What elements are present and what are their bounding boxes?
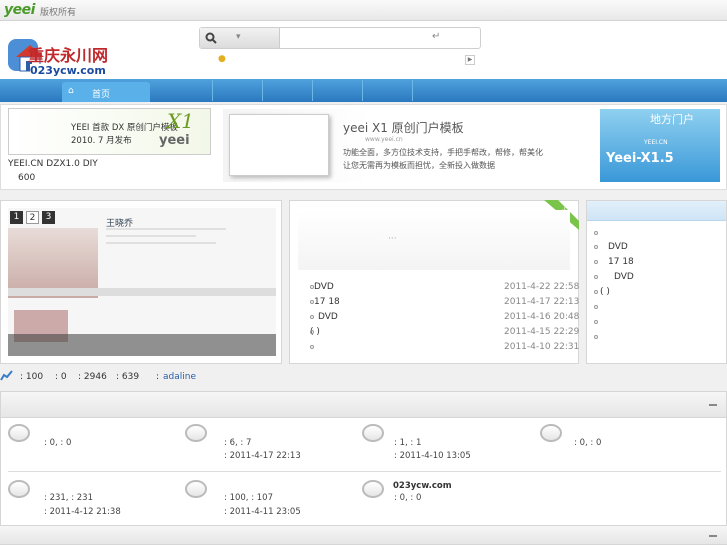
side-list: DVD 17 18 DVD ( ) [594,228,724,358]
list-item[interactable]: 17 18 [594,257,634,267]
newest-member-link[interactable]: adaline [163,372,196,382]
info-line: YEEI.CN DZX1.0 DIY [8,159,98,169]
banner-template[interactable]: yeei X1 原创门户模板 www.yeei.cn 功能全面，多方位技术支持，… [223,109,590,182]
tab-strip [8,288,276,296]
forum-counts: : 6, : 7 [224,438,252,448]
forum-counts: : 1, : 1 [394,438,422,448]
forum-block-title [1,392,726,418]
slide-page-3[interactable]: 3 [42,211,55,224]
forum-icon[interactable] [185,480,207,498]
brand-logo[interactable]: yeei [4,2,35,18]
chart-icon [0,370,13,381]
forum-name-link[interactable]: 023ycw.com [393,481,452,491]
forum-last-post: : 2011-4-17 22:13 [224,451,301,461]
forum-last-post: : 2011-4-10 13:05 [394,451,471,461]
forum-counts: : 0, : 0 [44,438,72,448]
site-url: 023ycw.com [30,64,106,77]
list-item[interactable]: DVD [594,242,628,252]
search-type-dropdown[interactable]: ▾ [200,28,280,48]
forum-counts: : 100, : 107 [224,493,273,503]
forum-icon[interactable] [362,480,384,498]
forum-last-post: : 2011-4-11 23:05 [224,507,301,517]
list-item[interactable]: DVD [310,312,338,322]
slide-image[interactable]: 王晓乔 [8,208,276,356]
chevron-down-icon: ▾ [236,32,241,42]
banner-yeei-x1[interactable]: YEEI 首款 DX 原创门户模板 2010. 7 月发布 X1 yeei [8,108,211,155]
lightbulb-icon: ● [218,54,226,64]
forum-icon[interactable] [8,424,30,442]
nav-divider [212,80,213,101]
list-item[interactable] [594,228,608,238]
list-item[interactable]: 17 18 [310,297,340,307]
item-date: 2011-4-10 22:31 [504,342,580,352]
forum-icon[interactable] [8,480,30,498]
item-date: 2011-4-17 22:13 [504,297,580,307]
news-headline-area: ··· [298,210,570,270]
slide-page-1[interactable]: 1 [10,211,23,224]
search-icon [205,32,217,44]
item-date: 2011-4-16 20:48 [504,312,580,322]
profile-line [106,242,216,244]
home-icon: ⌂ [68,86,74,96]
divider [8,471,721,472]
nav-divider [362,80,363,101]
news-list: DVD 2011-4-22 22:58 17 18 2011-4-17 22:1… [300,282,579,362]
enter-icon[interactable]: ↵ [432,31,440,42]
item-date: 2011-4-15 22:29 [504,327,580,337]
forum-counts: : 0, : 0 [394,493,422,503]
item-date: 2011-4-22 22:58 [504,282,580,292]
info-line: 600 [18,173,36,183]
profile-line [106,235,196,237]
collapse-icon[interactable] [709,404,717,406]
forum-counts: : 231, : 231 [44,493,93,503]
list-item[interactable]: DVD [594,272,634,282]
list-item[interactable]: DVD [310,282,334,292]
nav-divider [412,80,413,101]
banner-local-portal[interactable]: 地方门户 YEEI.CN Yeei-X1.5 [600,109,720,182]
forum-icon[interactable] [540,424,562,442]
next-arrow-icon[interactable]: ▶ [465,55,475,65]
slide-caption-bar [8,334,276,356]
forum-icon[interactable] [362,424,384,442]
notice-bar: ● ▶ [199,53,481,69]
search-box: ▾ ↵ [199,27,481,49]
nav-divider [262,80,263,101]
copyright-text: 版权所有 [40,8,77,18]
forum-counts: : 0, : 0 [574,438,602,448]
nav-item-home[interactable]: ⌂ 首页 [62,82,150,102]
list-item[interactable]: ( ) [310,327,320,337]
forum-icon[interactable] [185,424,207,442]
top-bar [0,0,727,21]
site-name: 重庆永川网 [28,46,109,65]
forum-last-post: : 2011-4-12 21:38 [44,507,121,517]
profile-line [106,228,226,230]
search-input[interactable] [282,29,432,47]
side-panel-title [587,201,726,221]
nav-divider [312,80,313,101]
collapse-icon[interactable] [709,535,717,537]
list-item[interactable]: ( ) [594,287,610,297]
slide-page-2[interactable]: 2 [26,211,39,224]
next-block-title [0,525,727,545]
template-preview [229,114,329,176]
forum-stats: : 100 : 0 : 2946 : 639 : adaline [0,370,727,384]
site-info: YEEI.CN DZX1.0 DIY 600 [8,159,98,183]
